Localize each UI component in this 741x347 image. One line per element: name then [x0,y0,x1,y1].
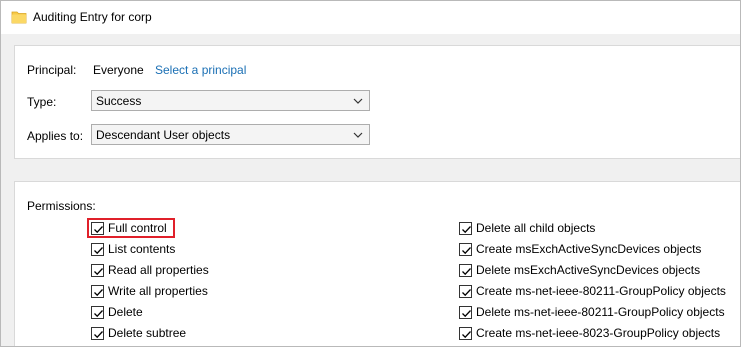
type-dropdown[interactable]: Success [91,90,370,111]
auditing-entry-window: Auditing Entry for corp Principal: Every… [0,0,741,347]
perm-label: List contents [108,242,176,256]
checkbox[interactable] [459,326,472,340]
select-principal-link[interactable]: Select a principal [155,63,246,77]
perm-delete-80211-grouppolicy[interactable]: Delete ms-net-ieee-80211-GroupPolicy obj… [459,303,725,321]
applies-to-dropdown[interactable]: Descendant User objects [91,124,370,145]
checkbox[interactable] [459,263,472,277]
perm-delete-subtree[interactable]: Delete subtree [91,324,186,342]
checkbox[interactable] [459,284,472,298]
perm-label: Delete all child objects [476,221,596,235]
permissions-panel: Permissions: Full control List contents … [14,181,740,346]
perm-label: Full control [108,221,167,235]
perm-label: Delete [108,305,143,319]
applies-to-label: Applies to: [27,129,84,143]
checkbox[interactable] [91,326,104,340]
perm-label: Read all properties [108,263,209,277]
principal-value: Everyone [93,63,144,77]
perm-label: Delete subtree [108,326,187,340]
checkbox[interactable] [459,221,472,235]
perm-delete-msexch-devices[interactable]: Delete msExchActiveSyncDevices objects [459,261,700,279]
checkbox[interactable] [91,221,104,235]
checkbox[interactable] [459,242,472,256]
permissions-label: Permissions: [27,199,96,213]
folder-icon [11,11,27,24]
checkbox[interactable] [91,263,104,277]
checkbox[interactable] [91,284,104,298]
perm-label: Create msExchActiveSyncDevices objects [476,242,702,256]
principal-panel: Principal: Everyone Select a principal T… [14,45,740,159]
type-value: Success [96,94,142,108]
perm-label: Delete msExchActiveSyncDevices objects [476,263,701,277]
perm-delete-all-child-objects[interactable]: Delete all child objects [459,219,595,237]
perm-delete[interactable]: Delete [91,303,143,321]
perm-write-all-properties[interactable]: Write all properties [91,282,208,300]
perm-full-control[interactable]: Full control [91,219,167,237]
applies-to-value: Descendant User objects [96,128,231,142]
perm-label: Delete ms-net-ieee-80211-GroupPolicy obj… [476,305,725,319]
checkbox[interactable] [91,305,104,319]
perm-label: Write all properties [108,284,208,298]
perm-create-msexch-devices[interactable]: Create msExchActiveSyncDevices objects [459,240,701,258]
perm-create-80211-grouppolicy[interactable]: Create ms-net-ieee-80211-GroupPolicy obj… [459,282,726,300]
type-label: Type: [27,95,57,109]
window-title: Auditing Entry for corp [33,10,152,24]
principal-label: Principal: [27,63,77,77]
perm-read-all-properties[interactable]: Read all properties [91,261,209,279]
checkbox[interactable] [459,305,472,319]
checkbox[interactable] [91,242,104,256]
chevron-down-icon [353,132,363,138]
perm-label: Create ms-net-ieee-80211-GroupPolicy obj… [476,284,726,298]
title-bar: Auditing Entry for corp [1,1,740,34]
chevron-down-icon [353,98,363,104]
perm-list-contents[interactable]: List contents [91,240,175,258]
perm-label: Create ms-net-ieee-8023-GroupPolicy obje… [476,326,721,340]
perm-create-8023-grouppolicy[interactable]: Create ms-net-ieee-8023-GroupPolicy obje… [459,324,720,342]
